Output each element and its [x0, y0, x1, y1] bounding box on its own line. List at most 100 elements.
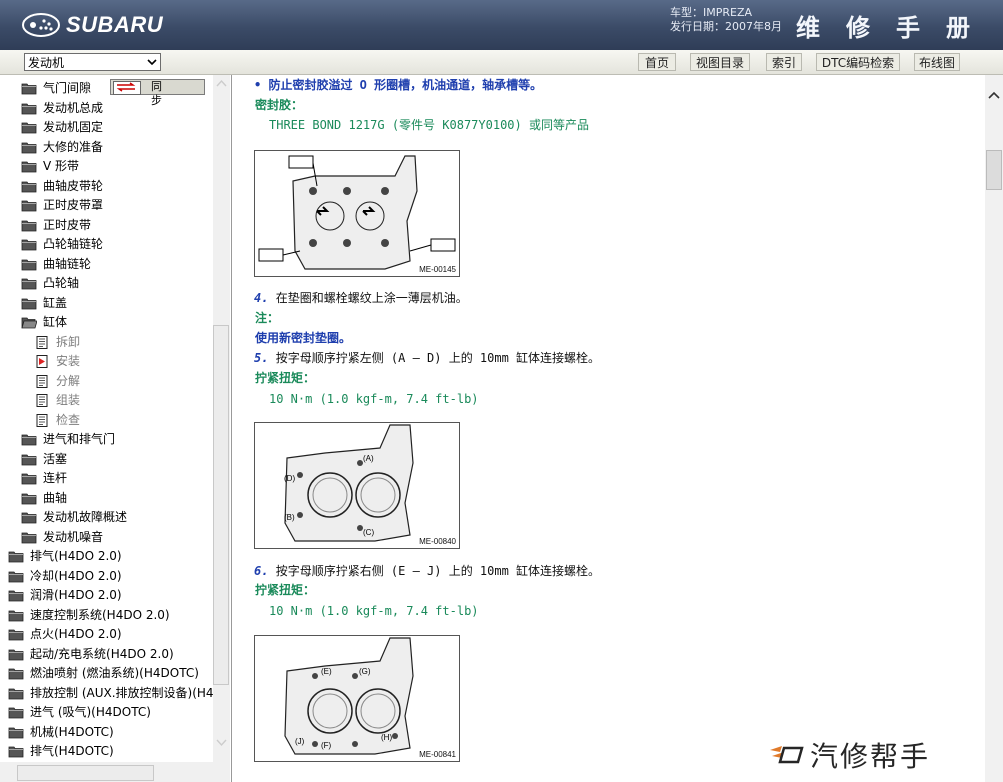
active-page-icon: [34, 355, 50, 368]
tree-item-label: V 形带: [43, 159, 80, 173]
content-scroll-thumb[interactable]: [986, 150, 1002, 190]
tree-folder-item[interactable]: 进气和排气门: [21, 430, 115, 449]
sealant-value: THREE BOND 1217G (零件号 K0877Y0100) 或同等产品: [269, 118, 589, 132]
tree-item-label: 正时皮带: [43, 217, 92, 232]
step-5-number: 5.: [254, 351, 269, 365]
content-scrollbar[interactable]: [985, 75, 1003, 782]
tree-folder-item[interactable]: 凸轮轴链轮: [21, 235, 103, 254]
view-index-button[interactable]: 视图目录: [690, 53, 750, 71]
tree-folder-item[interactable]: 起动/充电系统(H4DO 2.0): [8, 645, 174, 664]
tree-folder-item[interactable]: 曲轴链轮: [21, 255, 91, 274]
tree-folder-item[interactable]: 发动机噪音: [21, 528, 103, 547]
tree-folder-item[interactable]: 正时皮带: [21, 216, 91, 235]
watermark-logo-icon: [770, 746, 804, 764]
folder-icon: [21, 511, 37, 524]
manual-content: • 防止密封胶溢过 O 形圈槽，机油通道，轴承槽等。 密封胶： THREE BO…: [236, 75, 984, 782]
note-text: 使用新密封垫圈。: [255, 331, 352, 345]
tree-folder-item[interactable]: 发动机总成: [21, 99, 103, 118]
sync-button-label: 同 步: [151, 80, 182, 107]
page-icon: [34, 374, 50, 388]
tree-folder-item[interactable]: 凸轮轴: [21, 274, 79, 293]
folder-icon: [8, 667, 24, 680]
figure-sealant-application: ME-00145: [254, 150, 460, 277]
folder-icon: [8, 570, 24, 583]
scroll-down-icon[interactable]: [216, 739, 227, 747]
tree-folder-item[interactable]: V 形带: [21, 157, 79, 176]
scroll-up-icon[interactable]: [988, 91, 1000, 99]
step-4: 4. 在垫圈和螺栓螺纹上涂一薄层机油。: [254, 290, 468, 306]
tree-item-label: 发动机噪音: [43, 529, 104, 544]
tree-folder-item[interactable]: 气门间隙: [21, 79, 91, 98]
tree-folder-item[interactable]: 发动机固定: [21, 118, 103, 137]
brand-name: SUBARU: [66, 12, 164, 37]
tree-folder-item[interactable]: 排气(H4DOTC): [8, 742, 114, 761]
horizontal-scroll-thumb[interactable]: [17, 765, 154, 781]
section-select-value: 发动机: [28, 56, 65, 70]
tree-folder-item[interactable]: 冷却(H4DO 2.0): [8, 567, 122, 586]
tree-leaf-item[interactable]: 检查: [34, 411, 80, 430]
tree-folder-item[interactable]: 大修的准备: [21, 138, 103, 157]
tree-item-label: 组装: [56, 393, 81, 407]
toolbar: 发动机 首页 视图目录 索引 DTC编码检索 布线图: [0, 50, 1003, 75]
folder-icon: [8, 745, 24, 758]
tree-folder-item[interactable]: 进气 (吸气)(H4DOTC): [8, 703, 151, 722]
home-button[interactable]: 首页: [638, 53, 676, 71]
tree-folder-item[interactable]: 润滑(H4DO 2.0): [8, 586, 122, 605]
tree-folder-item[interactable]: 排气(H4DO 2.0): [8, 547, 122, 566]
figure-code: ME-00841: [419, 750, 456, 759]
step-5: 5. 按字母顺序拧紧左侧 (A — D) 上的 10mm 缸体连接螺栓。: [254, 350, 600, 366]
tree-folder-item[interactable]: 活塞: [21, 450, 67, 469]
subaru-logo: SUBARU: [22, 12, 163, 38]
folder-icon: [21, 160, 37, 173]
tree-folder-item[interactable]: 曲轴皮带轮: [21, 177, 103, 196]
tree-leaf-item[interactable]: 组装: [34, 391, 80, 410]
torque-value-1: 10 N·m (1.0 kgf-m, 7.4 ft-lb): [269, 392, 479, 406]
tree-leaf-item[interactable]: 分解: [34, 372, 80, 391]
car-model: 车型：IMPREZA: [670, 6, 753, 19]
section-select[interactable]: 发动机: [24, 53, 161, 71]
dtc-search-button[interactable]: DTC编码检索: [816, 53, 900, 71]
tree-item-label: 缸盖: [43, 295, 68, 310]
tree-item-label: 大修的准备: [43, 139, 104, 154]
tree-item-label: 进气和排气门: [43, 432, 116, 446]
folder-icon: [21, 492, 37, 505]
tree-folder-item[interactable]: 缸盖: [21, 294, 67, 313]
sync-button[interactable]: 同 步: [110, 79, 205, 107]
folder-icon: [8, 609, 24, 622]
tree-folder-item[interactable]: 正时皮带罩: [21, 196, 103, 215]
tree-folder-item[interactable]: 排放控制 (AUX.排放控制设备)(H4: [8, 684, 214, 703]
tree-leaf-item[interactable]: 安装: [34, 352, 80, 371]
tree-folder-item[interactable]: 发动机故障概述: [21, 508, 127, 527]
bolt-letter: (F): [321, 741, 332, 750]
tree-item-label: 曲轴: [43, 490, 68, 505]
tree-item-label: 活塞: [43, 451, 68, 466]
index-button[interactable]: 索引: [766, 53, 802, 71]
tree-folder-item[interactable]: 机械(H4DOTC): [8, 723, 114, 742]
sidebar-scroll-thumb[interactable]: [213, 325, 229, 685]
tree-item-label: 进气 (吸气)(H4DOTC): [30, 705, 151, 719]
bullet-note: • 防止密封胶溢过 O 形圈槽，机油通道，轴承槽等。: [254, 78, 543, 92]
tree-folder-item[interactable]: 速度控制系统(H4DO 2.0): [8, 606, 170, 625]
tree-folder-item[interactable]: 连杆: [21, 469, 67, 488]
tree-leaf-item[interactable]: 拆卸: [34, 333, 80, 352]
subaru-star-icon: [22, 13, 60, 37]
wiring-diagram-button[interactable]: 布线图: [914, 53, 960, 71]
tree-item-label: 凸轮轴: [43, 276, 80, 290]
tree-folder-item[interactable]: 缸体: [21, 313, 67, 332]
bolt-letter: (B): [284, 513, 295, 522]
torque-label-2: 拧紧扭矩：: [255, 583, 316, 597]
tree-item-label: 排放控制 (AUX.排放控制设备)(H4: [30, 685, 214, 700]
sidebar-horizontal-scrollbar[interactable]: [0, 762, 213, 782]
folder-icon: [21, 258, 37, 271]
tree-item-label: 安装: [56, 354, 81, 368]
sidebar-scrollbar[interactable]: [213, 75, 230, 782]
header-bar: SUBARU 车型：IMPREZA 发行日期：2007年8月 维修手册: [0, 0, 1003, 50]
tree-item-label: 缸体: [43, 315, 68, 329]
scroll-up-icon[interactable]: [216, 79, 227, 87]
folder-icon: [21, 297, 37, 310]
tree-folder-item[interactable]: 曲轴: [21, 489, 67, 508]
step-5-text: 按字母顺序拧紧左侧 (A — D) 上的 10mm 缸体连接螺栓。: [275, 351, 601, 365]
torque-value-2: 10 N·m (1.0 kgf-m, 7.4 ft-lb): [269, 604, 479, 618]
tree-folder-item[interactable]: 燃油喷射 (燃油系统)(H4DOTC): [8, 664, 199, 683]
tree-folder-item[interactable]: 点火(H4DO 2.0): [8, 625, 122, 644]
